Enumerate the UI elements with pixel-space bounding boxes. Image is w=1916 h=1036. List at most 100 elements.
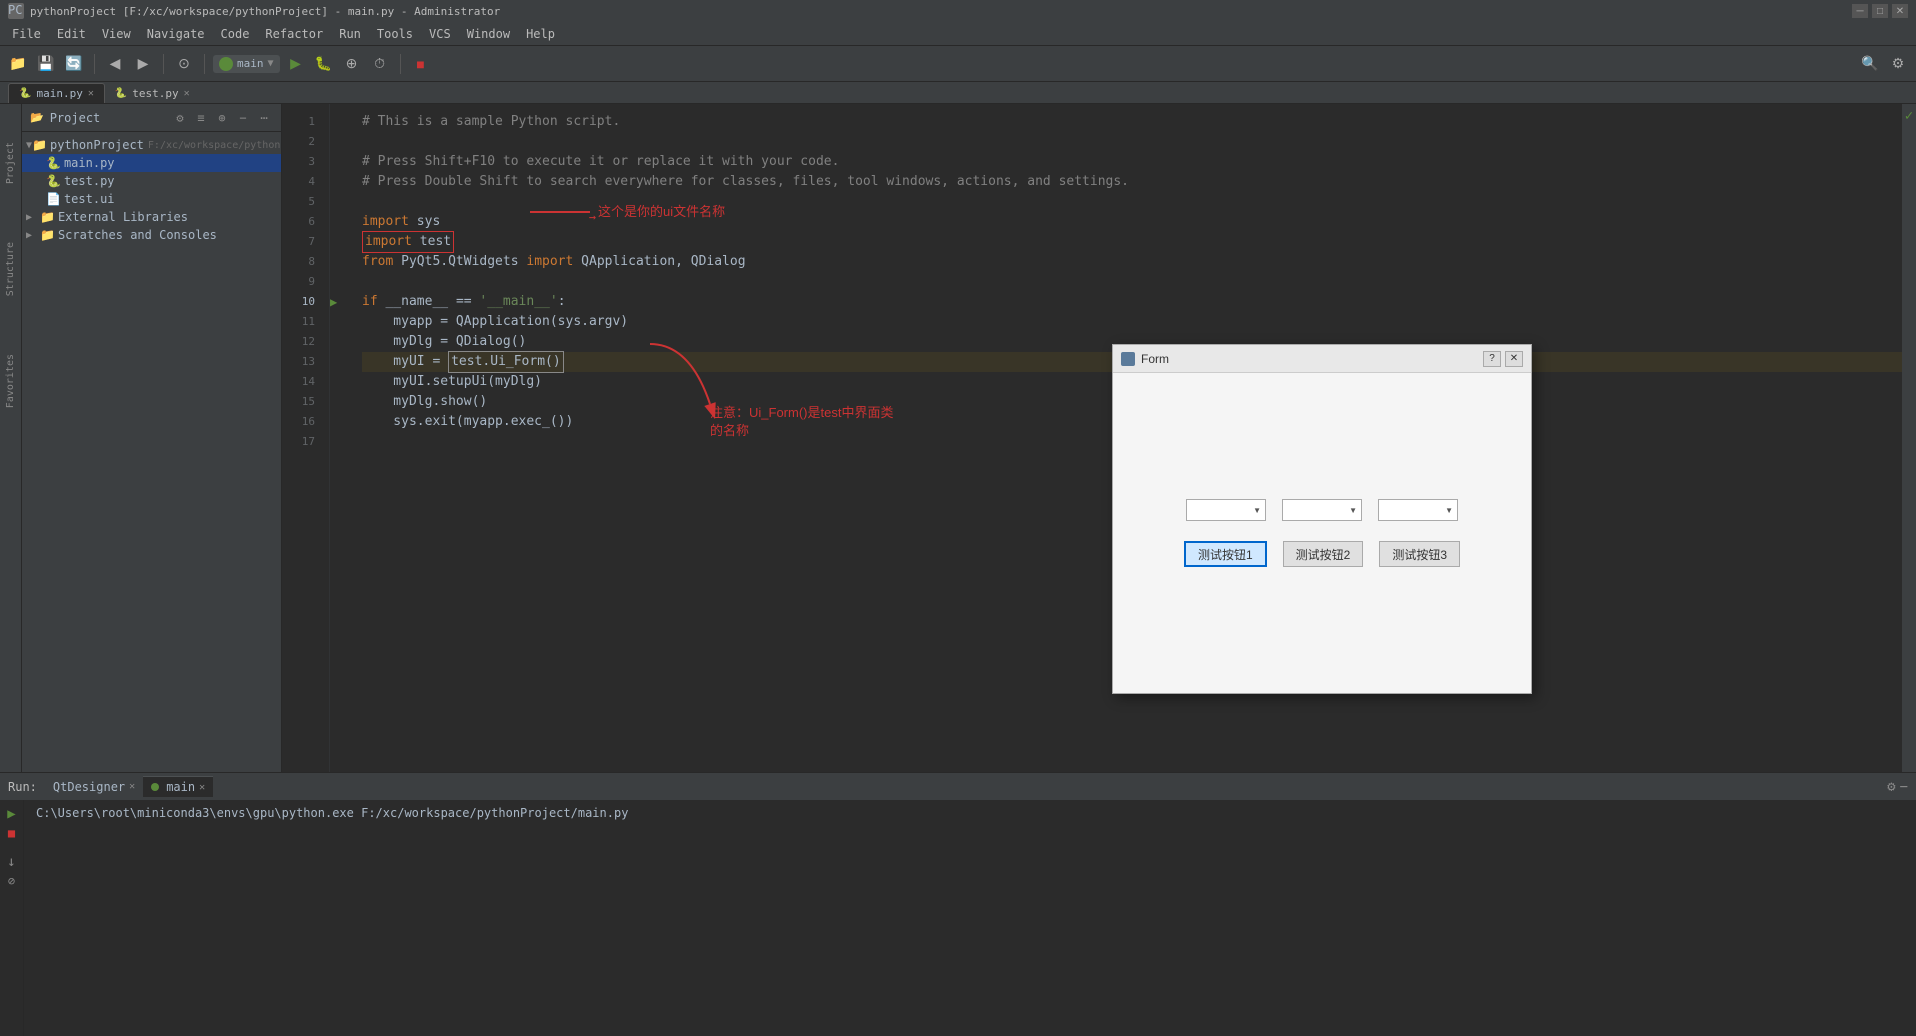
ext-libs-label: External Libraries: [58, 210, 188, 224]
qt-dropdowns-row: ▼ ▼ ▼: [1186, 499, 1458, 521]
scroll-to-end-icon[interactable]: ↓: [7, 854, 15, 870]
menu-code[interactable]: Code: [213, 24, 258, 44]
qt-dropdown-3[interactable]: ▼: [1378, 499, 1458, 521]
tree-item-test-py[interactable]: 🐍 test.py: [22, 172, 281, 190]
tab-main-close[interactable]: ✕: [88, 88, 94, 99]
settings-btn[interactable]: ⚙: [1886, 52, 1910, 76]
ln-14: 14: [282, 372, 321, 392]
side-tab-structure[interactable]: Structure: [3, 234, 18, 304]
stop-run-icon[interactable]: ■: [8, 826, 15, 840]
tab-main-label: main.py: [36, 87, 82, 100]
py-file-icon-main: 🐍: [46, 156, 61, 170]
menu-vcs[interactable]: VCS: [421, 24, 459, 44]
minimize-button[interactable]: ─: [1852, 4, 1868, 18]
sidebar-collapse-btn[interactable]: −: [234, 109, 252, 127]
tab-test-close[interactable]: ✕: [184, 88, 190, 99]
editor-tabs: 🐍 main.py ✕ 🐍 test.py ✕: [0, 82, 1916, 104]
code-line-3: # Press Shift+F10 to execute it or repla…: [362, 152, 1904, 172]
ln-8: 8: [282, 252, 321, 272]
qt-btn-1[interactable]: 测试按钮1: [1184, 541, 1267, 567]
side-tab-favorites[interactable]: Favorites: [3, 346, 18, 416]
code-line-2: [362, 132, 1904, 152]
run-tab-qtdesigner[interactable]: QtDesigner ✕: [45, 777, 143, 797]
menu-window[interactable]: Window: [459, 24, 518, 44]
clear-console-icon[interactable]: ⊘: [8, 874, 15, 888]
tree-item-ext-libs[interactable]: ▶ 📁 External Libraries: [22, 208, 281, 226]
gutter-2: [330, 132, 350, 152]
qt-dropdown-2[interactable]: ▼: [1282, 499, 1362, 521]
ln-12: 12: [282, 332, 321, 352]
code-pyqt5: PyQt5.QtWidgets: [401, 252, 518, 272]
close-button[interactable]: ✕: [1892, 4, 1908, 18]
menu-view[interactable]: View: [94, 24, 139, 44]
back-btn[interactable]: ◀: [103, 52, 127, 76]
ln-2: 2: [282, 132, 321, 152]
main-layout: Project Structure Favorites 📂 Project ⚙ …: [0, 104, 1916, 772]
sidebar-sort-btn[interactable]: ≡: [192, 109, 210, 127]
code-11: myapp = QApplication(sys.argv): [362, 312, 628, 332]
menu-edit[interactable]: Edit: [49, 24, 94, 44]
qt-dialog-close-btn[interactable]: ✕: [1505, 351, 1523, 367]
code-comment-1: # This is a sample Python script.: [362, 112, 620, 132]
menu-navigate[interactable]: Navigate: [139, 24, 213, 44]
settings-gear-icon[interactable]: ⚙: [1887, 779, 1895, 795]
tree-item-main-py[interactable]: 🐍 main.py: [22, 154, 281, 172]
py-icon-test: 🐍: [115, 88, 127, 99]
sidebar-settings-btn[interactable]: ⚙: [171, 109, 189, 127]
code-comment-3: # Press Shift+F10 to execute it or repla…: [362, 152, 839, 172]
qt-dialog-content: ▼ ▼ ▼ 测试按钮1: [1133, 393, 1511, 673]
debug-button[interactable]: 🐛: [312, 52, 336, 76]
forward-btn[interactable]: ▶: [131, 52, 155, 76]
toolbar-right: 🔍 ⚙: [1858, 52, 1910, 76]
coverage-button[interactable]: ⊕: [340, 52, 364, 76]
run-tab-main[interactable]: main ✕: [143, 776, 213, 797]
gutter-10[interactable]: ▶: [330, 292, 350, 312]
run-button[interactable]: ▶: [284, 52, 308, 76]
profile-button[interactable]: ⏱: [368, 52, 392, 76]
qt-dialog[interactable]: Form ? ✕ ▼: [1112, 344, 1532, 694]
sidebar-expand-btn[interactable]: ⊕: [213, 109, 231, 127]
project-icon-btn[interactable]: 📁: [6, 52, 30, 76]
run-config-arrow: ▼: [268, 58, 274, 69]
menu-file[interactable]: File: [4, 24, 49, 44]
sync-btn[interactable]: 🔄: [62, 52, 86, 76]
menu-tools[interactable]: Tools: [369, 24, 421, 44]
menu-help[interactable]: Help: [518, 24, 563, 44]
tab-test-py[interactable]: 🐍 test.py ✕: [105, 84, 200, 103]
qt-dialog-controls: ? ✕: [1483, 351, 1523, 367]
menu-refactor[interactable]: Refactor: [257, 24, 331, 44]
ln-16: 16: [282, 412, 321, 432]
ln-9: 9: [282, 272, 321, 292]
menubar: File Edit View Navigate Code Refactor Ru…: [0, 22, 1916, 46]
sidebar-gear-btn[interactable]: ⋯: [255, 109, 273, 127]
main-tab-close[interactable]: ✕: [199, 782, 205, 793]
qt-dialog-help-btn[interactable]: ?: [1483, 351, 1501, 367]
run-config-group[interactable]: main ▼: [213, 55, 280, 73]
qt-dropdown-1[interactable]: ▼: [1186, 499, 1266, 521]
qt-dialog-body: ▼ ▼ ▼ 测试按钮1: [1113, 373, 1531, 693]
tree-item-scratches[interactable]: ▶ 📁 Scratches and Consoles: [22, 226, 281, 244]
git-btn[interactable]: ⊙: [172, 52, 196, 76]
py-file-icon-test: 🐍: [46, 174, 61, 188]
main-tab-label: main: [166, 780, 195, 794]
test-ui-label: test.ui: [64, 192, 115, 206]
run-gutter-icon[interactable]: ▶: [330, 295, 337, 309]
validation-check-icon: ✓: [1905, 108, 1913, 124]
scratches-label: Scratches and Consoles: [58, 228, 217, 242]
side-tab-project[interactable]: Project: [3, 134, 18, 192]
run-again-icon[interactable]: ▶: [7, 806, 15, 822]
stop-button[interactable]: ■: [409, 52, 433, 76]
tab-main-py[interactable]: 🐍 main.py ✕: [8, 83, 105, 103]
tree-item-python-project[interactable]: ▼ 📁 pythonProject F:/xc/workspace/python…: [22, 136, 281, 154]
hide-panel-icon[interactable]: −: [1900, 779, 1908, 795]
menu-run[interactable]: Run: [331, 24, 369, 44]
window-controls[interactable]: ─ □ ✕: [1852, 4, 1908, 18]
folder-icon: 📂: [30, 111, 44, 124]
qt-btn-2[interactable]: 测试按钮2: [1283, 541, 1364, 567]
search-btn[interactable]: 🔍: [1858, 52, 1882, 76]
maximize-button[interactable]: □: [1872, 4, 1888, 18]
qtdesigner-tab-close[interactable]: ✕: [129, 781, 135, 792]
tree-item-test-ui[interactable]: 📄 test.ui: [22, 190, 281, 208]
save-all-btn[interactable]: 💾: [34, 52, 58, 76]
qt-btn-3[interactable]: 测试按钮3: [1379, 541, 1460, 567]
